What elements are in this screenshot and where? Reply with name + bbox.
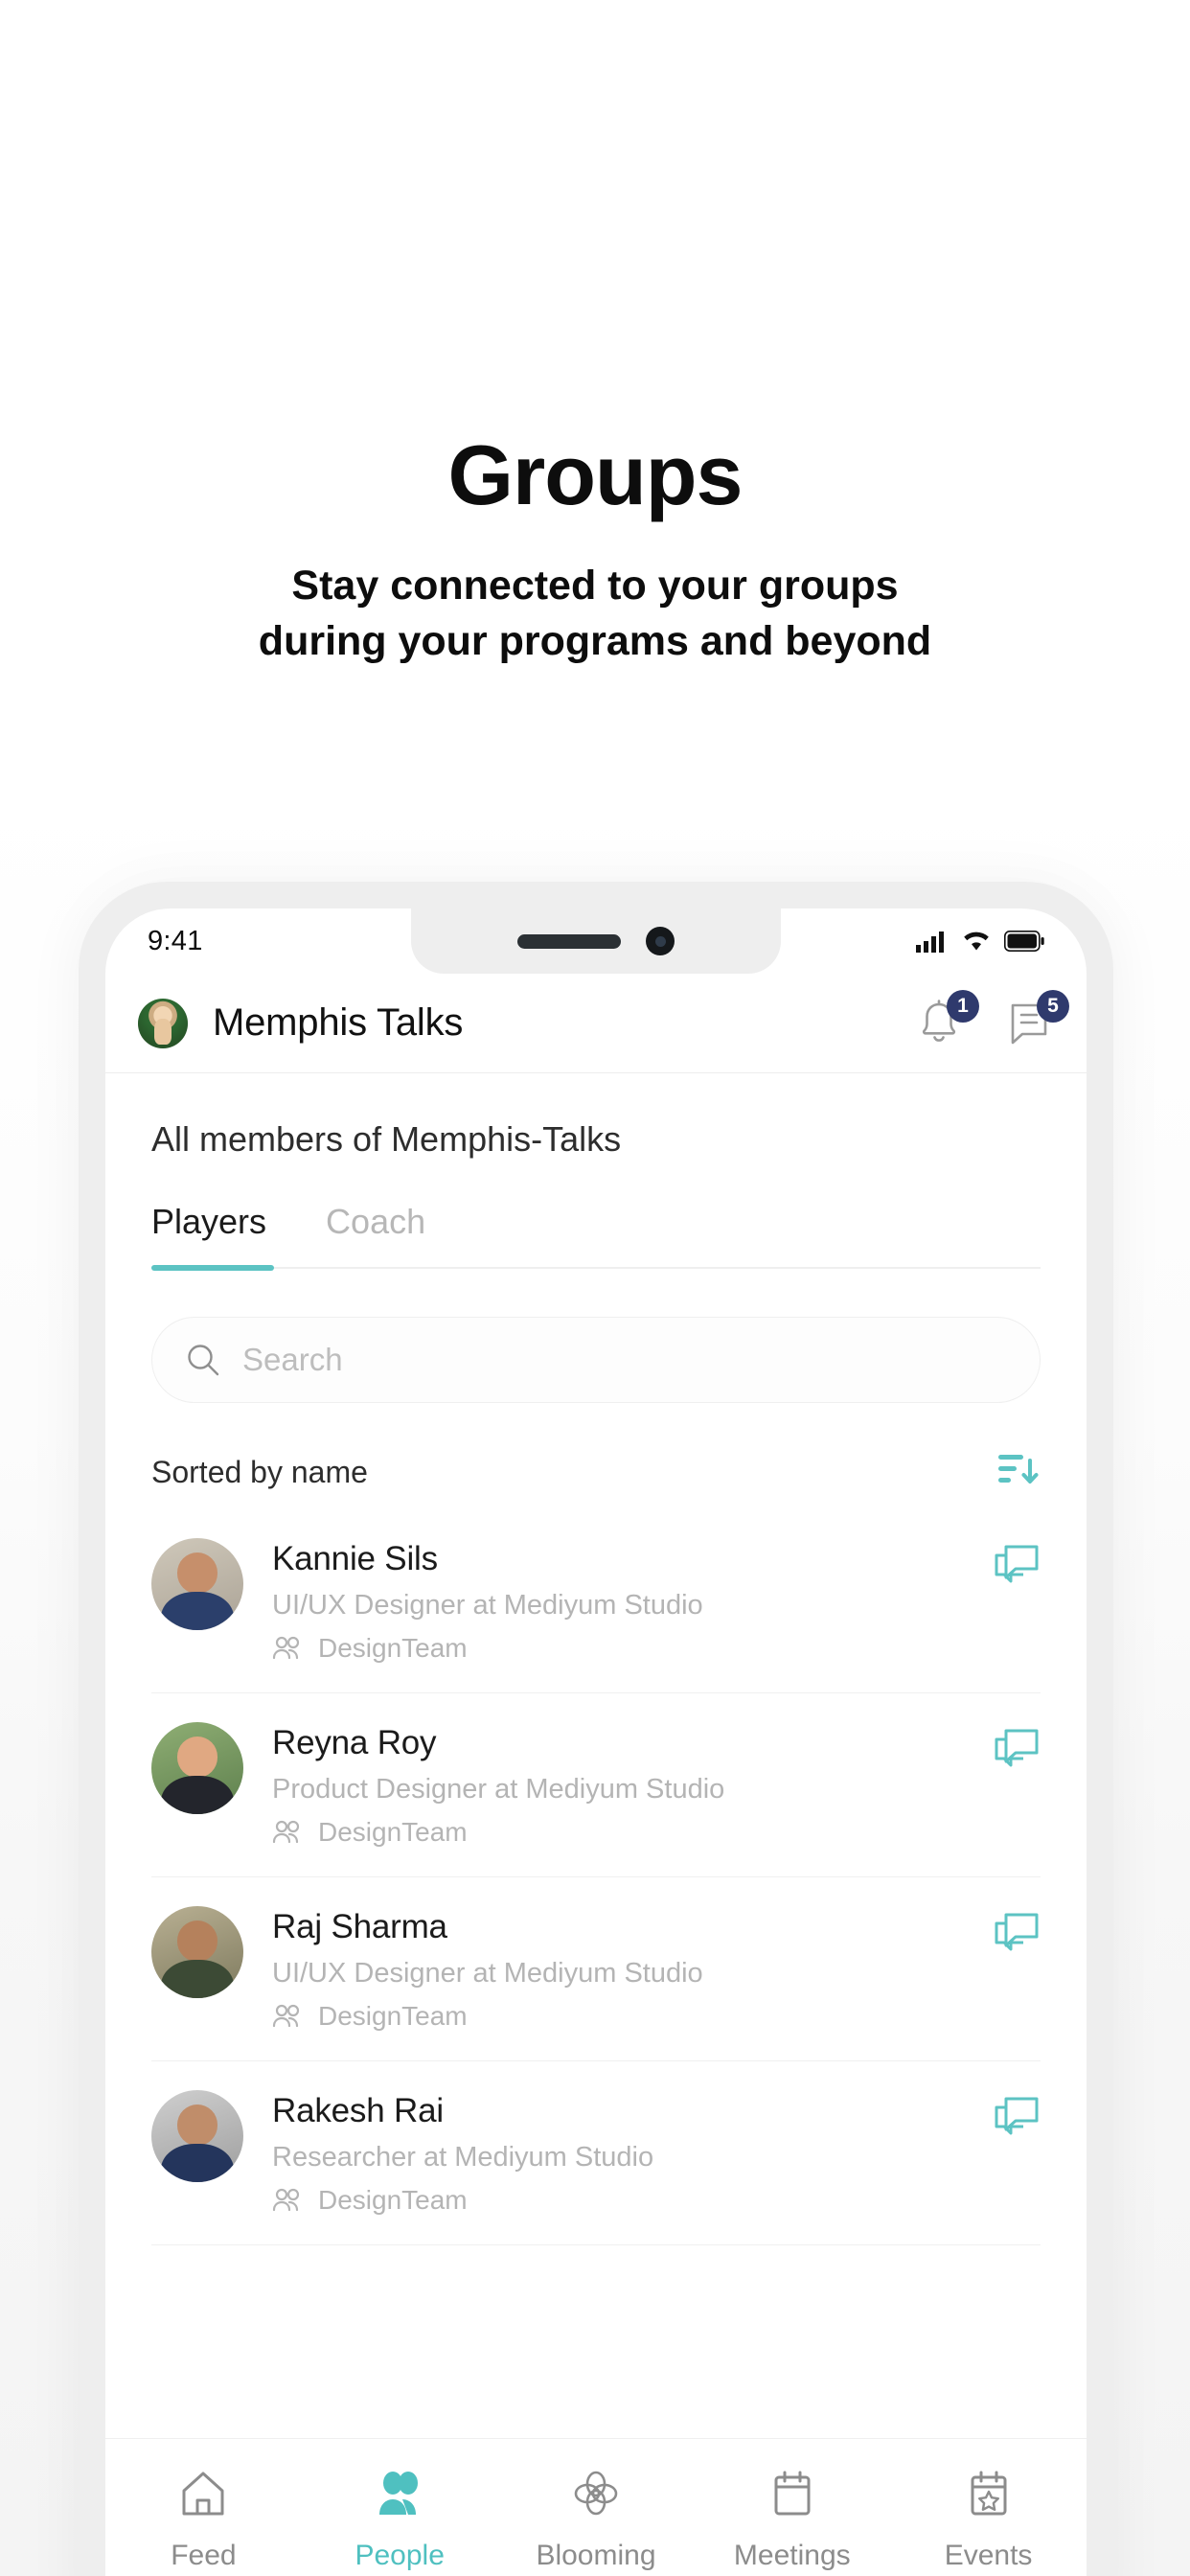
chat-bubbles-icon	[995, 1545, 1039, 1583]
notifications-button[interactable]: 1	[914, 989, 979, 1049]
member-name: Rakesh Rai	[272, 2092, 444, 2129]
bottom-nav: Feed People Blooming Meetings Events	[105, 2438, 1087, 2576]
people-icon	[272, 2004, 300, 2028]
member-list: Kannie Sils UI/UX Designer at Mediyum St…	[151, 1509, 1041, 2245]
member-chat-button[interactable]	[993, 1544, 1041, 1593]
member-chat-button[interactable]	[993, 1728, 1041, 1777]
member-chat-button[interactable]	[993, 2096, 1041, 2145]
wifi-icon	[964, 932, 989, 951]
avatar[interactable]	[138, 998, 188, 1048]
member-avatar	[151, 1722, 243, 1814]
member-avatar	[151, 1538, 243, 1630]
cellular-signal-icon	[916, 932, 944, 953]
member-name: Kannie Sils	[272, 1540, 438, 1577]
people-filled-icon	[379, 2472, 419, 2515]
status-bar-time: 9:41	[148, 925, 203, 956]
nav-label-feed: Feed	[171, 2540, 237, 2571]
sort-button[interactable]	[996, 1449, 1041, 1496]
tab-bar: Players Coach	[151, 1202, 1041, 1267]
chat-bubbles-icon	[995, 1913, 1039, 1951]
people-icon	[272, 1820, 300, 1844]
nav-item-feed[interactable]: Feed	[112, 2468, 294, 2572]
nav-label-meetings: Meetings	[733, 2540, 851, 2571]
people-icon	[272, 2188, 300, 2212]
page-subtitle: Stay connected to your groups during you…	[258, 563, 932, 665]
app-bar-actions: 1 5	[914, 989, 1069, 1049]
member-avatar	[151, 1906, 243, 1998]
sort-row: Sorted by name	[151, 1449, 1041, 1496]
member-team-label: DesignTeam	[318, 1817, 468, 1847]
member-chat-button[interactable]	[993, 1912, 1041, 1961]
member-role: Product Designer at Mediyum Studio	[272, 1774, 725, 1805]
nav-item-meetings[interactable]: Meetings	[701, 2468, 883, 2572]
chat-bubbles-icon	[995, 1729, 1039, 1767]
home-icon	[182, 2472, 224, 2516]
section-title: All members of Memphis-Talks	[151, 1119, 622, 1159]
tab-underline	[151, 1265, 1041, 1271]
member-team: DesignTeam	[272, 1633, 993, 1664]
page-title: Groups	[447, 427, 744, 522]
sort-label: Sorted by name	[151, 1455, 368, 1489]
search-input[interactable]: Search	[151, 1317, 1041, 1403]
nav-label-events: Events	[944, 2540, 1033, 2571]
screen-content: All members of Memphis-Talks Players Coa…	[105, 1119, 1087, 2245]
messages-badge: 5	[1037, 989, 1069, 1023]
search-icon	[188, 1345, 219, 1376]
tab-players[interactable]: Players	[151, 1202, 266, 1267]
app-title: Memphis Talks	[213, 1001, 464, 1044]
search-placeholder: Search	[242, 1342, 343, 1377]
member-avatar	[151, 2090, 243, 2182]
member-team: DesignTeam	[272, 2001, 993, 2032]
sort-descending-icon	[998, 1455, 1039, 1484]
member-role: Researcher at Mediyum Studio	[272, 2142, 654, 2173]
list-item[interactable]: Reyna Roy Product Designer at Mediyum St…	[151, 1693, 1041, 1877]
nav-item-events[interactable]: Events	[898, 2468, 1080, 2572]
status-bar: 9:41	[105, 908, 1087, 974]
member-team-label: DesignTeam	[318, 1633, 468, 1663]
list-item[interactable]: Raj Sharma UI/UX Designer at Mediyum Stu…	[151, 1877, 1041, 2061]
status-bar-icons	[916, 930, 1044, 953]
member-team: DesignTeam	[272, 1817, 993, 1848]
list-item[interactable]: Rakesh Rai Researcher at Mediyum Studio …	[151, 2061, 1041, 2245]
battery-icon	[1004, 931, 1044, 952]
tab-coach[interactable]: Coach	[326, 1202, 425, 1267]
member-team-label: DesignTeam	[318, 2001, 468, 2031]
flower-icon	[574, 2471, 618, 2516]
list-item[interactable]: Kannie Sils UI/UX Designer at Mediyum St…	[151, 1509, 1041, 1693]
nav-label-people: People	[355, 2540, 445, 2571]
calendar-star-icon	[971, 2471, 1007, 2516]
member-role: UI/UX Designer at Mediyum Studio	[272, 1590, 703, 1621]
member-team-label: DesignTeam	[318, 2185, 468, 2215]
member-name: Reyna Roy	[272, 1724, 437, 1761]
people-icon	[272, 1636, 300, 1660]
nav-item-people[interactable]: People	[309, 2468, 491, 2572]
app-bar: Memphis Talks 1 5	[105, 974, 1087, 1073]
notifications-badge: 1	[947, 989, 979, 1023]
member-name: Raj Sharma	[272, 1908, 447, 1945]
phone-mockup: 9:41 Memphis Talks 1 5 All members of Me…	[79, 882, 1113, 2576]
member-team: DesignTeam	[272, 2185, 993, 2216]
phone-screen: 9:41 Memphis Talks 1 5 All members of Me…	[105, 908, 1087, 2576]
hero-section: Groups Stay connected to your groups dur…	[0, 0, 1190, 669]
chat-bubbles-icon	[995, 2097, 1039, 2135]
messages-button[interactable]: 5	[1004, 989, 1069, 1049]
calendar-icon	[774, 2471, 811, 2516]
member-role: UI/UX Designer at Mediyum Studio	[272, 1958, 703, 1989]
nav-label-blooming: Blooming	[536, 2540, 656, 2571]
nav-item-blooming[interactable]: Blooming	[505, 2468, 687, 2572]
page-root: Groups Stay connected to your groups dur…	[0, 0, 1190, 2576]
